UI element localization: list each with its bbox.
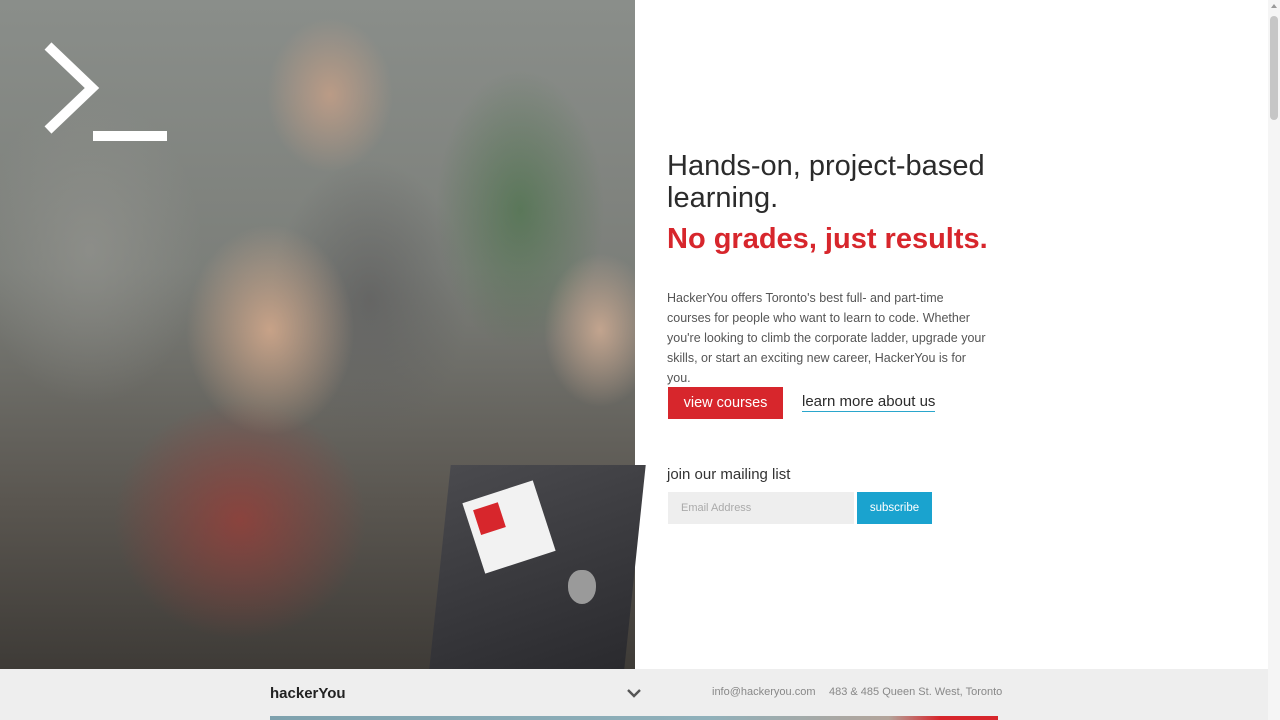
terminal-prompt-logo-icon[interactable] bbox=[40, 40, 110, 140]
subscribe-button[interactable]: subscribe bbox=[857, 492, 932, 524]
footer-brand[interactable]: hackerYou bbox=[270, 685, 346, 702]
footer-bar: hackerYou info@hackeryou.com 483 & 485 Q… bbox=[0, 669, 1268, 720]
learn-more-link[interactable]: learn more about us bbox=[802, 393, 936, 412]
scroll-thumb[interactable] bbox=[1270, 16, 1278, 120]
headline: Hands-on, project-based learning. bbox=[667, 150, 985, 214]
chevron-down-icon[interactable] bbox=[626, 688, 642, 698]
intro-paragraph: HackerYou offers Toronto's best full- an… bbox=[667, 291, 986, 385]
scroll-up-arrow-icon[interactable] bbox=[1271, 4, 1277, 8]
subheadline: No grades, just results. bbox=[667, 223, 988, 255]
footer-address: 483 & 485 Queen St. West, Toronto bbox=[829, 686, 1003, 698]
logo-underscore bbox=[93, 131, 167, 141]
footer-email-link[interactable]: info@hackeryou.com bbox=[712, 686, 816, 698]
mailing-list-label: join our mailing list bbox=[667, 466, 791, 483]
email-field[interactable] bbox=[668, 492, 854, 524]
footer-image-strip bbox=[270, 716, 998, 720]
scrollbar[interactable] bbox=[1268, 0, 1280, 720]
view-courses-button[interactable]: view courses bbox=[668, 387, 783, 419]
apple-logo-icon bbox=[568, 570, 596, 604]
